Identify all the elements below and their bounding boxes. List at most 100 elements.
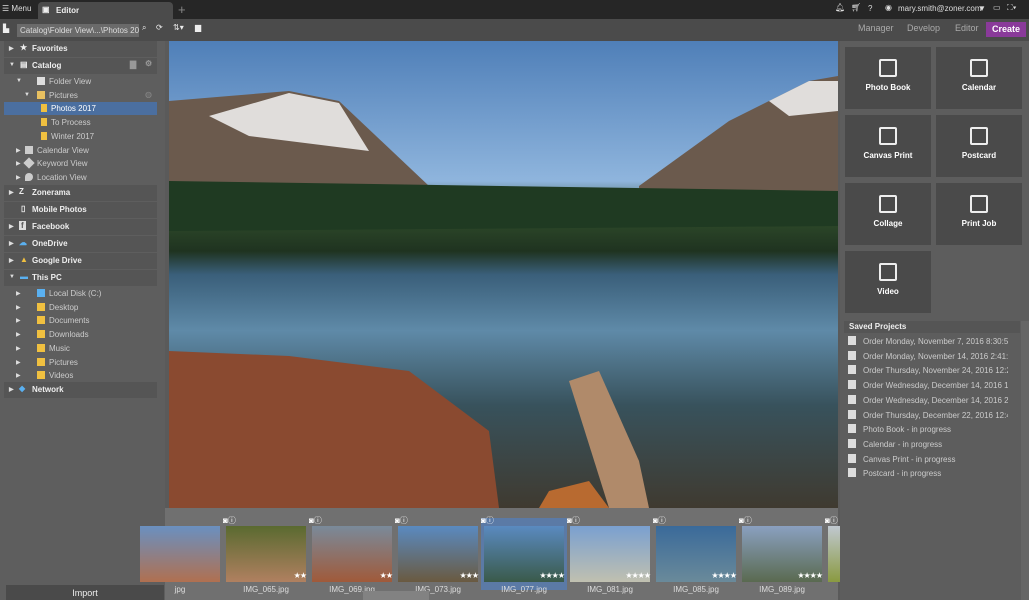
create-tile-calendar[interactable]: Calendar: [936, 47, 1022, 109]
section-zonerama[interactable]: ▶ Z Zonerama: [4, 185, 157, 201]
saved-project-item[interactable]: Order Monday, November 7, 2016 8:30:51 A…: [848, 336, 1008, 350]
section-mobile-photos[interactable]: ▯ Mobile Photos: [4, 202, 157, 218]
section-onedrive[interactable]: ▶ ☁ OneDrive: [4, 236, 157, 252]
camera-info-icon[interactable]: ◙ⓘ: [481, 515, 494, 526]
tree-keyword-view[interactable]: ▶ Keyword View: [4, 157, 157, 170]
sort-icon[interactable]: ⇅▾: [173, 23, 184, 32]
folder-up-icon[interactable]: ▙: [3, 24, 9, 33]
thumbnail[interactable]: ◙ⓘ ★★★★ IMG_089.jpg: [739, 515, 825, 594]
create-tile-video[interactable]: Video: [845, 251, 931, 313]
expand-arrow-icon[interactable]: ▶: [16, 304, 21, 311]
mode-manager[interactable]: Manager: [858, 23, 894, 33]
editor-icon: ▣: [42, 5, 50, 14]
section-facebook[interactable]: ▶ f Facebook: [4, 219, 157, 235]
saved-project-item[interactable]: Order Thursday, November 24, 2016 12:26:…: [848, 365, 1008, 379]
saved-project-item[interactable]: Order Wednesday, December 14, 2016 1:59:…: [848, 380, 1008, 394]
create-tile-print-job[interactable]: Print Job: [936, 183, 1022, 245]
help-icon[interactable]: ?: [868, 4, 872, 13]
saved-project-item[interactable]: Photo Book - in progress: [848, 424, 1008, 438]
rating-stars[interactable]: ★★★★: [539, 571, 565, 580]
mode-create[interactable]: Create: [986, 22, 1026, 37]
section-catalog[interactable]: ▼ ▤ Catalog ▇ ⚙: [4, 58, 157, 74]
section-google-drive[interactable]: ▶ ▲ Google Drive: [4, 253, 157, 269]
create-tile-photo-book[interactable]: Photo Book: [845, 47, 931, 109]
fullscreen-icon[interactable]: ⛶▾: [1007, 3, 1017, 13]
calendar-icon: [25, 146, 33, 154]
add-folder-icon[interactable]: ▇: [130, 60, 136, 69]
section-favorites[interactable]: ▶ ★ Favorites: [4, 41, 157, 57]
thumbnail[interactable]: ◙ⓘ ★★★★ IMG_077.jpg: [481, 515, 567, 594]
thumbnail[interactable]: jpg: [137, 518, 223, 594]
expand-arrow-icon[interactable]: ▶: [16, 359, 21, 366]
search-icon[interactable]: ⌕: [142, 23, 146, 33]
camera-info-icon[interactable]: ◙ⓘ: [309, 515, 322, 526]
tab-editor[interactable]: ▣ Editor: [38, 2, 173, 19]
create-tile-collage[interactable]: Collage: [845, 183, 931, 245]
tree-winter-2017[interactable]: Winter 2017: [4, 130, 157, 143]
camera-info-icon[interactable]: ◙ⓘ: [567, 515, 580, 526]
tree-pc-item[interactable]: ▶ Documents: [4, 314, 157, 327]
camera-info-icon[interactable]: ◙ⓘ: [395, 515, 408, 526]
cart-icon[interactable]: 🛒︎: [851, 3, 861, 12]
rating-stars[interactable]: ★★★★: [625, 571, 651, 580]
tree-location-view[interactable]: ▶ Location View: [4, 171, 157, 184]
refresh-icon[interactable]: ⟳: [156, 23, 163, 32]
panel-scrollbar[interactable]: [1021, 321, 1029, 600]
thumbnail[interactable]: ◙ⓘ ★★ IMG_065.jpg: [223, 515, 309, 594]
tree-to-process[interactable]: To Process: [4, 116, 157, 129]
sync-icon[interactable]: ◍: [145, 90, 152, 99]
rating-stars[interactable]: ★★: [294, 571, 307, 580]
thumbnail[interactable]: ◙ⓘ ★★★★ IMG_085.jpg: [653, 515, 739, 594]
mode-develop[interactable]: Develop: [907, 23, 940, 33]
expand-arrow-icon[interactable]: ▶: [16, 345, 21, 352]
section-network[interactable]: ▶ ◆ Network: [4, 382, 157, 398]
expand-arrow-icon[interactable]: ▶: [16, 317, 21, 324]
bell-icon[interactable]: 🔔︎: [835, 3, 845, 12]
saved-project-item[interactable]: Postcard - in progress: [848, 468, 1008, 482]
gear-icon[interactable]: ⚙: [145, 59, 152, 68]
camera-info-icon[interactable]: ◙ⓘ: [653, 515, 666, 526]
tree-photos-2017[interactable]: Photos 2017: [4, 102, 157, 115]
expand-arrow-icon[interactable]: ▶: [16, 290, 21, 297]
tree-pc-item[interactable]: ▶ Music: [4, 342, 157, 355]
tree-folder-view[interactable]: ▼ Folder View: [4, 75, 157, 88]
thumbnail[interactable]: ◙ⓘ ★★ IMG_069.jpg: [309, 515, 395, 594]
screen-icon[interactable]: ▭: [993, 3, 1001, 12]
expand-arrow-icon[interactable]: ▶: [16, 331, 21, 338]
create-tile-canvas-print[interactable]: Canvas Print: [845, 115, 931, 177]
camera-info-icon[interactable]: ◙ⓘ: [223, 515, 236, 526]
section-this-pc[interactable]: ▼ ▬ This PC: [4, 270, 157, 286]
create-tile-postcard[interactable]: Postcard: [936, 115, 1022, 177]
account-dropdown-icon[interactable]: ▼: [978, 4, 986, 13]
saved-project-item[interactable]: Order Thursday, December 22, 2016 12:44:…: [848, 409, 1008, 424]
camera-info-icon[interactable]: ◙ⓘ: [739, 515, 752, 526]
rating-stars[interactable]: ★★★: [459, 571, 478, 580]
expand-arrow-icon[interactable]: ▶: [16, 372, 21, 379]
add-tab-button[interactable]: +: [178, 2, 186, 17]
path-input[interactable]: Catalog\Folder View\...\Photos 2017: [17, 24, 139, 37]
saved-project-item[interactable]: Canvas Print - in progress: [848, 453, 1008, 468]
saved-project-item[interactable]: Order Wednesday, December 14, 2016 2:00:…: [848, 394, 1008, 409]
filmstrip-scrollbar[interactable]: [363, 591, 429, 600]
tree-pc-item[interactable]: ▶ Videos: [4, 369, 157, 382]
tree-pictures[interactable]: ▼ Pictures ◍: [4, 89, 157, 102]
tree-pc-item[interactable]: ▶ Downloads: [4, 328, 157, 341]
rating-stars[interactable]: ★★★★: [711, 571, 737, 580]
new-folder-icon[interactable]: ▆: [195, 23, 201, 32]
menu-button[interactable]: ☰ Menu: [2, 4, 31, 13]
saved-project-item[interactable]: Order Monday, November 14, 2016 2:41:13 …: [848, 350, 1008, 365]
mode-editor[interactable]: Editor: [955, 23, 979, 33]
tree-pc-item[interactable]: ▶ Desktop: [4, 301, 157, 314]
main-photo[interactable]: [169, 41, 838, 508]
user-account[interactable]: mary.smith@zoner.com: [898, 4, 982, 13]
camera-info-icon[interactable]: ◙ⓘ: [825, 515, 838, 526]
rating-stars[interactable]: ★★: [380, 571, 393, 580]
rating-stars[interactable]: ★★★★: [797, 571, 823, 580]
thumbnail[interactable]: ◙ⓘ ★★★ IMG_073.jpg: [395, 515, 481, 594]
tree-pc-item[interactable]: ▶ Local Disk (C:): [4, 287, 157, 300]
saved-project-item[interactable]: Calendar - in progress: [848, 438, 1008, 453]
label: Folder View: [49, 77, 92, 86]
tree-pc-item[interactable]: ▶ Pictures: [4, 356, 157, 369]
thumbnail[interactable]: ◙ⓘ ★★★★ IMG_081.jpg: [567, 515, 653, 594]
tree-calendar-view[interactable]: ▶ Calendar View: [4, 144, 157, 157]
